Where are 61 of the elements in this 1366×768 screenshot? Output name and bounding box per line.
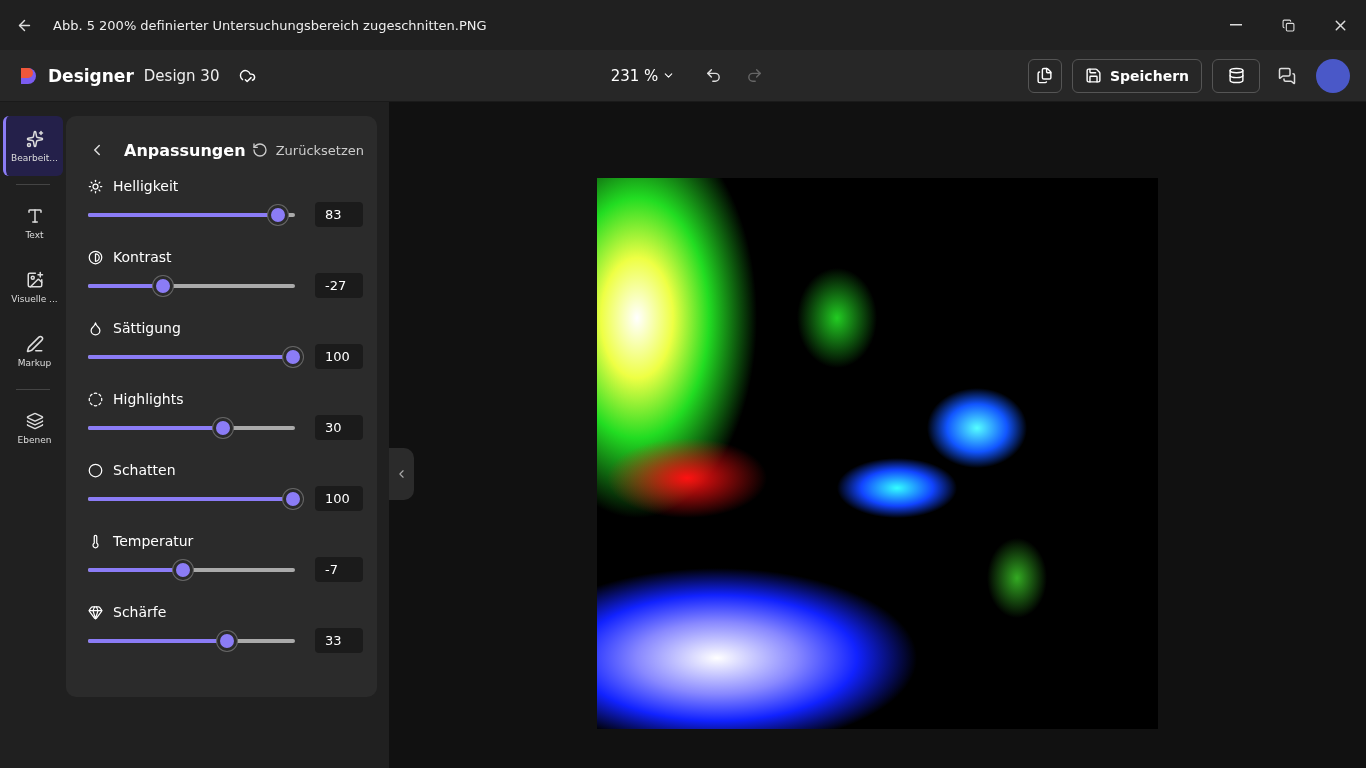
slider-thumb[interactable] (212, 417, 233, 438)
database-icon (1227, 67, 1245, 84)
adjustment-label: Temperatur (113, 533, 194, 549)
pen-icon (25, 334, 44, 353)
value-field[interactable]: 30 (315, 415, 363, 440)
slider-thumb[interactable] (152, 275, 173, 296)
adjustment-label: Helligkeit (113, 178, 179, 194)
rail-tab[interactable]: Markup (3, 321, 63, 381)
chat-icon[interactable] (1278, 66, 1296, 85)
app-name: Designer (48, 65, 134, 86)
panel-title: Anpassungen (124, 140, 247, 160)
rail-tab[interactable]: Text (3, 193, 63, 253)
adjustment-label: Schärfe (113, 604, 167, 620)
logo-icon (18, 65, 38, 86)
sparkle-icon (25, 129, 44, 148)
reset-button[interactable]: Zurücksetzen (251, 142, 364, 158)
pages-icon (1036, 67, 1054, 84)
document-name: Design 30 (143, 66, 220, 85)
slider-thumb[interactable] (283, 346, 303, 367)
slider-thumb[interactable] (173, 559, 194, 580)
adjustment-label: Schatten (113, 462, 176, 478)
window-title: Abb. 5 200% definierter Untersuchungsbereich zugeschnitten.PNG (53, 17, 488, 33)
database-button[interactable] (1212, 58, 1260, 93)
save-icon (1084, 67, 1102, 84)
value-field[interactable]: -7 (315, 557, 363, 582)
circle-icon (88, 462, 103, 478)
reset-icon (251, 142, 268, 158)
contrast-icon (88, 249, 103, 265)
slider-thumb[interactable] (216, 630, 237, 651)
drop-icon (88, 320, 103, 336)
rail-tab[interactable]: Bearbeit... (3, 116, 63, 176)
undo-icon[interactable] (705, 67, 723, 84)
layers-icon (25, 411, 44, 430)
diamond-icon (88, 604, 103, 620)
minimize-icon (1230, 24, 1242, 26)
cloud-check-icon[interactable] (239, 67, 257, 84)
text-icon (25, 206, 44, 225)
sun-icon (88, 178, 103, 194)
rail-tab[interactable]: Ebenen (3, 398, 63, 458)
slider[interactable] (88, 487, 303, 510)
dashed-circle-icon (88, 391, 103, 407)
value-field[interactable]: -27 (315, 273, 363, 298)
pages-button[interactable] (1027, 58, 1062, 93)
adjustment-label: Sättigung (113, 320, 181, 336)
rail-tab[interactable]: Visuelle ... (3, 257, 63, 317)
value-field[interactable]: 33 (315, 628, 363, 653)
save-button[interactable]: Speichern (1071, 58, 1202, 93)
avatar[interactable] (1316, 58, 1350, 93)
slider[interactable] (88, 345, 303, 368)
zoom-dropdown[interactable]: 231 % (604, 65, 682, 86)
value-field[interactable]: 100 (315, 344, 363, 369)
value-field[interactable]: 100 (315, 486, 363, 511)
collapse-handle[interactable] (389, 448, 414, 500)
adjustment-label: Kontrast (113, 249, 172, 265)
restore-icon (1281, 18, 1295, 32)
image-icon (25, 270, 44, 289)
adjustment-label: Highlights (113, 391, 184, 407)
value-field[interactable]: 83 (315, 202, 363, 227)
slider-thumb[interactable] (283, 488, 303, 509)
slider-thumb[interactable] (268, 204, 289, 225)
redo-icon[interactable] (746, 67, 764, 84)
